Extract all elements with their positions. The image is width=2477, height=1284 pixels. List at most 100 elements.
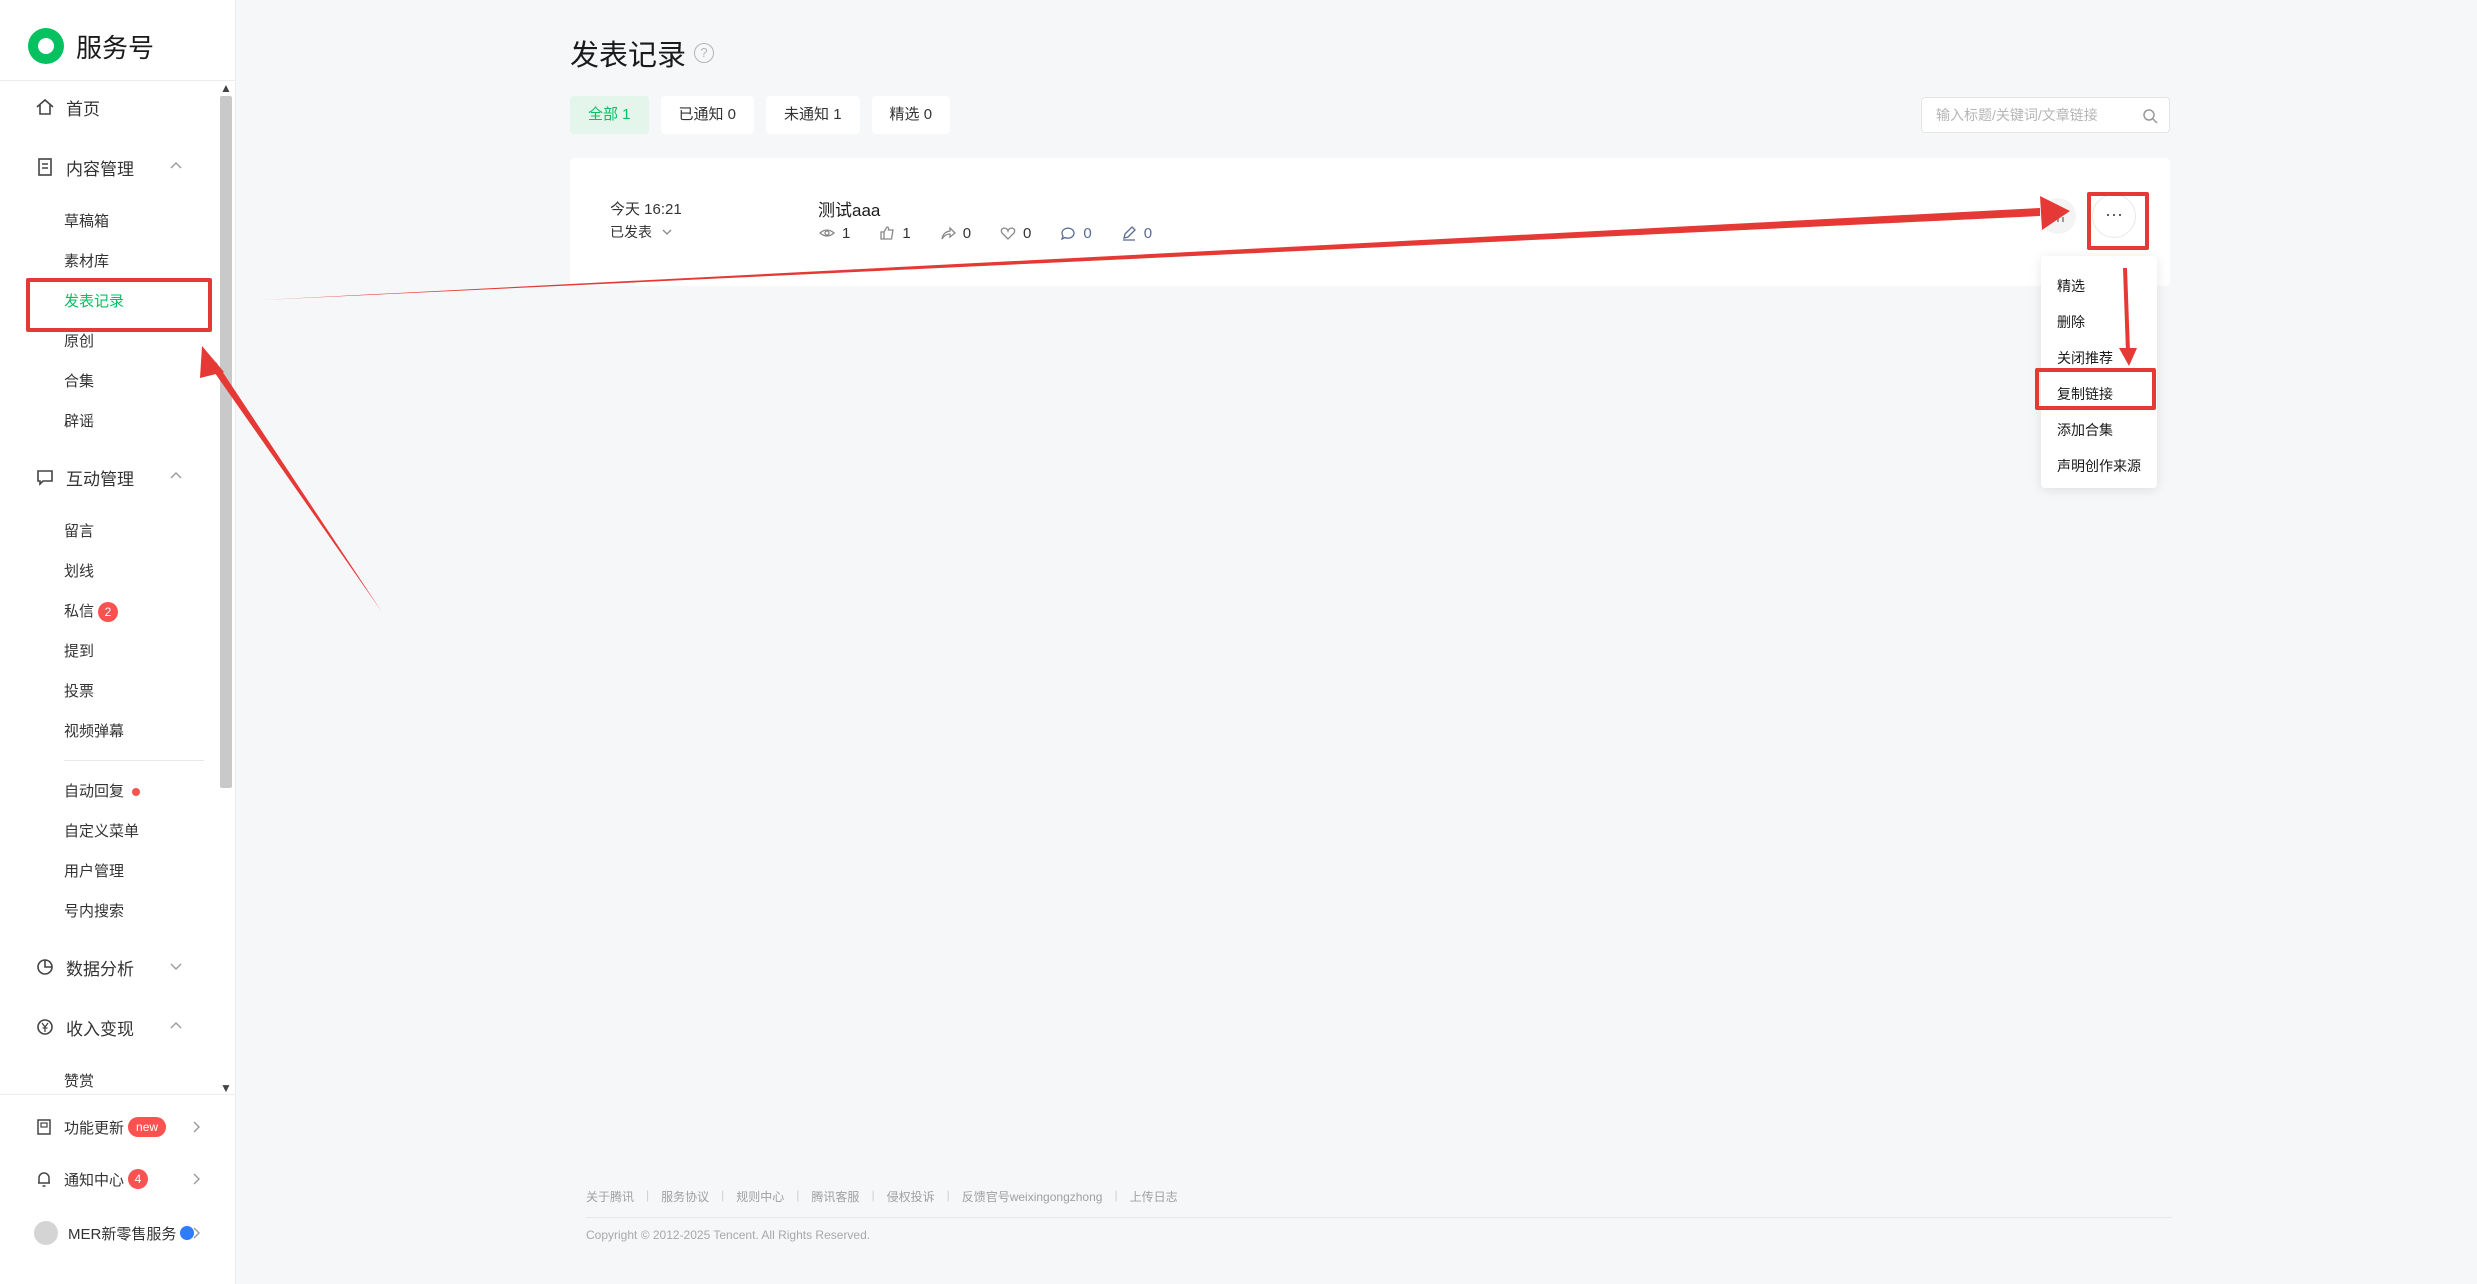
footer-link-support[interactable]: 腾讯客服 [811,1188,859,1205]
sidebar-group-content[interactable]: 内容管理 [34,152,182,182]
publish-status[interactable]: 已发表 [610,222,674,242]
yuan-icon [37,1019,53,1035]
sidebar-item-user-management[interactable]: 用户管理 [64,860,124,884]
chevron-up-icon [170,162,182,169]
sidebar-item-notification-center[interactable]: 通知中心 4 [34,1164,200,1194]
help-icon[interactable]: ? [694,43,715,63]
sidebar-divider [0,80,236,81]
sidebar-account[interactable]: MER新零售服务 [34,1218,200,1248]
tab-all[interactable]: 全部 1 [570,96,649,134]
tab-not-notified[interactable]: 未通知 1 [766,96,860,134]
sidebar-scrollbar[interactable]: ▲ ▼ [218,82,234,1094]
bar-chart-icon [2052,210,2064,222]
eye-icon [819,229,835,237]
tab-featured[interactable]: 精选 0 [871,96,951,134]
avatar [34,1221,58,1245]
brand-logo-icon [28,28,64,64]
footer-link-feedback[interactable]: 反馈官号weixingongzhong [962,1188,1103,1205]
annotation-box-more-button [2087,192,2149,250]
pen-icon [1122,226,1136,241]
footer-link-rules[interactable]: 规则中心 [736,1188,784,1205]
sidebar-item-underlines[interactable]: 划线 [64,560,94,584]
message-icon [37,470,53,486]
sidebar-nav: 首页 内容管理 草稿箱 素材库 发表记录 原创 合集 辟谣 互动管理 留言 划线… [0,82,236,1094]
stat-shares: 0 [939,224,971,242]
footer-link-agreement[interactable]: 服务协议 [661,1188,709,1205]
menu-item-feature[interactable]: 精选 [2041,268,2157,304]
stat-favorites: 0 [999,224,1031,242]
notification-count-badge: 4 [128,1169,149,1189]
footer-link-complaints[interactable]: 侵权投诉 [887,1188,935,1205]
sidebar-group-data-analysis[interactable]: 数据分析 [34,952,182,982]
sidebar-item-in-account-search[interactable]: 号内搜索 [64,900,124,924]
sidebar-bottom-divider [0,1094,236,1095]
footer-link-upload-log[interactable]: 上传日志 [1130,1188,1178,1205]
brand[interactable]: 服务号 [28,26,154,66]
new-badge: new [128,1117,167,1137]
scroll-up-icon[interactable]: ▲ [220,82,232,94]
sidebar-item-feature-updates[interactable]: 功能更新 new [34,1112,200,1142]
stat-views: 1 [818,224,850,242]
tab-notified[interactable]: 已通知 0 [660,96,755,134]
sidebar-item-materials[interactable]: 素材库 [64,250,109,274]
menu-item-delete[interactable]: 删除 [2041,304,2157,340]
data-chart-button[interactable] [2040,198,2076,234]
chevron-down-icon [662,229,672,235]
sidebar-group-interaction[interactable]: 互动管理 [34,462,182,492]
annotation-box-copy-link [2035,368,2156,410]
unread-badge: 2 [98,602,119,622]
comment-icon [1061,227,1075,241]
publish-time: 今天 16:21 [610,201,682,218]
filter-tabs: 全部 1 已通知 0 未通知 1 精选 0 [570,96,951,134]
updates-icon [37,1119,51,1135]
share-icon [941,226,956,240]
stat-underlines[interactable]: 0 [1120,224,1152,242]
sidebar-item-home[interactable]: 首页 [34,92,100,122]
annotation-box-publish-records [26,278,212,332]
home-icon [36,98,54,115]
footer-links: 关于腾讯 | 服务协议 | 规则中心 | 腾讯客服 | 侵权投诉 | 反馈官号weixin… [586,1188,1178,1205]
heart-icon [1000,227,1016,240]
menu-item-declare-source[interactable]: 声明创作来源 [2041,448,2157,484]
sidebar-item-mentions[interactable]: 提到 [64,640,94,664]
chevron-up-icon [170,1022,182,1029]
sidebar-item-original[interactable]: 原创 [64,330,94,354]
stat-comments[interactable]: 0 [1059,224,1092,242]
menu-item-add-to-collection[interactable]: 添加合集 [2041,412,2157,448]
chevron-right-icon [193,1173,200,1185]
sidebar: 服务号 首页 内容管理 草稿箱 素材库 发表记录 原创 合集 辟谣 互动管理 留… [0,0,236,1284]
chevron-right-icon [193,1227,200,1239]
stat-likes: 1 [878,224,911,242]
sidebar-group-income[interactable]: 收入变现 [34,1012,182,1042]
search-box [1921,97,2170,133]
page-title: 发表记录 ? [570,32,715,74]
sidebar-item-appreciation[interactable]: 赞赏 [64,1070,94,1094]
notification-dot [132,788,141,796]
sidebar-item-votes[interactable]: 投票 [64,680,94,704]
sidebar-item-collections[interactable]: 合集 [64,370,94,394]
article-stats: 1 1 0 0 0 0 [818,224,1180,242]
sidebar-item-drafts[interactable]: 草稿箱 [64,210,109,234]
bell-icon [38,1172,50,1187]
footer-link-about[interactable]: 关于腾讯 [586,1188,634,1205]
scroll-down-icon[interactable]: ▼ [220,1082,232,1094]
document-icon [38,158,52,176]
copyright: Copyright © 2012-2025 Tencent. All Right… [586,1228,871,1242]
sidebar-item-auto-reply[interactable]: 自动回复 [64,780,141,804]
sidebar-item-comments[interactable]: 留言 [64,520,94,544]
scrollbar-thumb[interactable] [220,96,232,788]
brand-name: 服务号 [76,32,155,63]
article-title[interactable]: 测试aaa [818,196,880,221]
sidebar-item-rumor[interactable]: 辟谣 [64,410,94,434]
sidebar-item-custom-menu[interactable]: 自定义菜单 [64,820,139,844]
search-input[interactable] [1936,98,2136,132]
search-icon[interactable] [2141,107,2159,125]
sidebar-item-private-messages[interactable]: 私信 2 [64,600,119,624]
pie-chart-icon [37,959,53,975]
article-card: 今天 16:21 已发表 测试aaa 1 1 0 0 0 0 ··· [570,158,2170,286]
thumbs-up-icon [880,226,895,240]
sidebar-separator [64,760,204,761]
sidebar-item-video-danmaku[interactable]: 视频弹幕 [64,720,124,744]
footer-divider [586,1217,2172,1218]
chevron-up-icon [170,472,182,479]
